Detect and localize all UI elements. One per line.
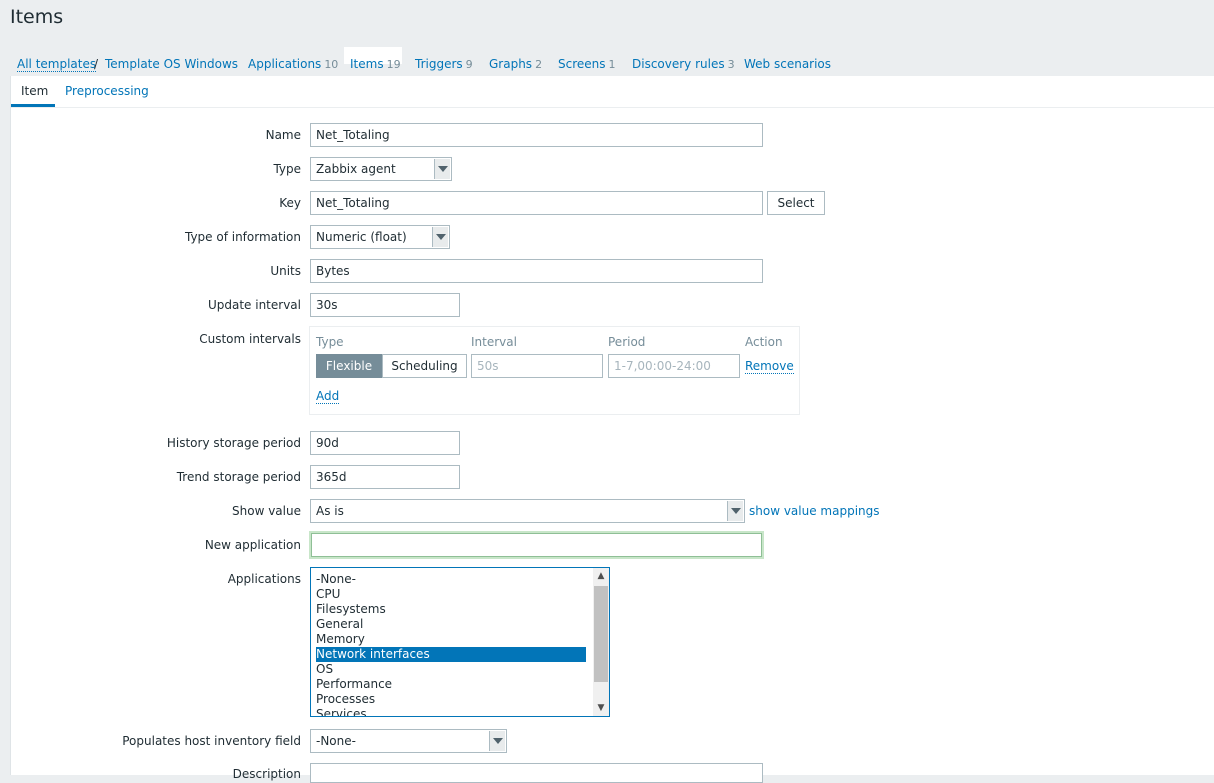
tab-item[interactable]: Item bbox=[21, 84, 48, 98]
ci-add-link[interactable]: Add bbox=[316, 389, 340, 404]
description-label: Description bbox=[232, 767, 301, 781]
type-select[interactable]: Zabbix agent bbox=[310, 157, 452, 181]
key-label: Key bbox=[279, 196, 301, 210]
description-textarea[interactable] bbox=[310, 763, 763, 783]
history-input[interactable]: 90d bbox=[310, 431, 460, 455]
scrollbar-thumb[interactable] bbox=[594, 586, 608, 682]
type-select-value: Zabbix agent bbox=[316, 162, 396, 176]
key-select-button[interactable]: Select bbox=[767, 191, 825, 215]
app-option-selected[interactable]: Network interfaces bbox=[315, 646, 587, 663]
applications-listbox[interactable]: -None- CPU Filesystems General Memory Ne… bbox=[310, 567, 610, 717]
update-interval-label: Update interval bbox=[207, 298, 301, 312]
ci-remove-link[interactable]: Remove bbox=[745, 359, 794, 374]
tab-item-underline bbox=[11, 104, 55, 107]
chevron-down-icon bbox=[432, 227, 448, 247]
type-info-select[interactable]: Numeric (float) bbox=[310, 225, 450, 249]
nav-template-os-windows[interactable]: Template OS Windows bbox=[105, 57, 238, 71]
app-option[interactable]: -None- bbox=[316, 572, 356, 587]
ci-header-action: Action bbox=[745, 335, 783, 349]
item-form-panel: Item Preprocessing Name Net_Totaling Typ… bbox=[10, 76, 1214, 783]
ci-interval-input[interactable]: 50s bbox=[471, 354, 603, 378]
name-label: Name bbox=[265, 128, 301, 142]
nav-web-scenarios[interactable]: Web scenarios bbox=[744, 57, 831, 71]
app-option[interactable]: General bbox=[316, 617, 363, 632]
type-info-label: Type of information bbox=[184, 230, 301, 244]
type-info-select-value: Numeric (float) bbox=[316, 230, 407, 244]
show-value-select-value: As is bbox=[316, 504, 344, 518]
app-option[interactable]: OS bbox=[316, 662, 333, 677]
inventory-select[interactable]: -None- bbox=[310, 729, 507, 753]
scheduling-toggle[interactable]: Scheduling bbox=[382, 354, 467, 378]
key-input[interactable]: Net_Totaling bbox=[310, 191, 763, 215]
name-input[interactable]: Net_Totaling bbox=[310, 123, 763, 147]
ci-header-interval: Interval bbox=[471, 335, 517, 349]
new-application-input[interactable] bbox=[311, 533, 762, 557]
ci-header-period: Period bbox=[608, 335, 646, 349]
ci-header-type: Type bbox=[316, 335, 344, 349]
app-option[interactable]: Performance bbox=[316, 677, 392, 692]
applications-label: Applications bbox=[227, 572, 301, 586]
app-option[interactable]: Services bbox=[316, 707, 367, 716]
chevron-down-icon bbox=[434, 159, 450, 179]
units-label: Units bbox=[270, 264, 301, 278]
form-tabs: Item Preprocessing bbox=[11, 76, 1214, 108]
custom-intervals-table: Type Interval Period Action Flexible Sch… bbox=[309, 326, 800, 415]
breadcrumb-nav: All templates / Template OS Windows Appl… bbox=[10, 38, 1214, 76]
new-application-label: New application bbox=[204, 538, 301, 552]
app-option[interactable]: Memory bbox=[316, 632, 365, 647]
trend-input[interactable]: 365d bbox=[310, 465, 460, 489]
ci-period-input[interactable]: 1-7,00:00-24:00 bbox=[608, 354, 740, 378]
chevron-down-icon bbox=[727, 501, 743, 521]
history-label: History storage period bbox=[166, 436, 301, 450]
nav-items[interactable]: Items 19 bbox=[350, 57, 401, 71]
page-title: Items bbox=[10, 6, 64, 28]
app-option[interactable]: Processes bbox=[316, 692, 375, 707]
show-value-select[interactable]: As is bbox=[310, 499, 745, 523]
type-label: Type bbox=[273, 162, 301, 176]
applications-scrollbar[interactable]: ▲ ▼ bbox=[593, 568, 609, 716]
tab-preprocessing[interactable]: Preprocessing bbox=[65, 84, 149, 98]
nav-graphs[interactable]: Graphs 2 bbox=[489, 57, 542, 71]
chevron-down-icon bbox=[489, 731, 505, 751]
inventory-select-value: -None- bbox=[316, 734, 356, 748]
breadcrumb-separator: / bbox=[94, 57, 99, 71]
app-option[interactable]: Filesystems bbox=[316, 602, 386, 617]
show-value-label: Show value bbox=[232, 504, 301, 518]
scroll-up-icon[interactable]: ▲ bbox=[593, 568, 609, 584]
nav-applications[interactable]: Applications 10 bbox=[248, 57, 338, 71]
trend-label: Trend storage period bbox=[176, 470, 301, 484]
inventory-label: Populates host inventory field bbox=[122, 734, 301, 748]
nav-triggers[interactable]: Triggers 9 bbox=[415, 57, 473, 71]
nav-discovery-rules[interactable]: Discovery rules 3 bbox=[632, 57, 735, 71]
custom-intervals-label: Custom intervals bbox=[199, 332, 301, 346]
show-value-mappings-link[interactable]: show value mappings bbox=[749, 504, 880, 518]
flexible-toggle[interactable]: Flexible bbox=[316, 354, 382, 378]
nav-all-templates[interactable]: All templates bbox=[17, 57, 97, 72]
scroll-down-icon[interactable]: ▼ bbox=[593, 700, 609, 716]
app-option[interactable]: CPU bbox=[316, 587, 340, 602]
units-input[interactable]: Bytes bbox=[310, 259, 763, 283]
nav-screens[interactable]: Screens 1 bbox=[558, 57, 616, 71]
update-interval-input[interactable]: 30s bbox=[310, 293, 460, 317]
